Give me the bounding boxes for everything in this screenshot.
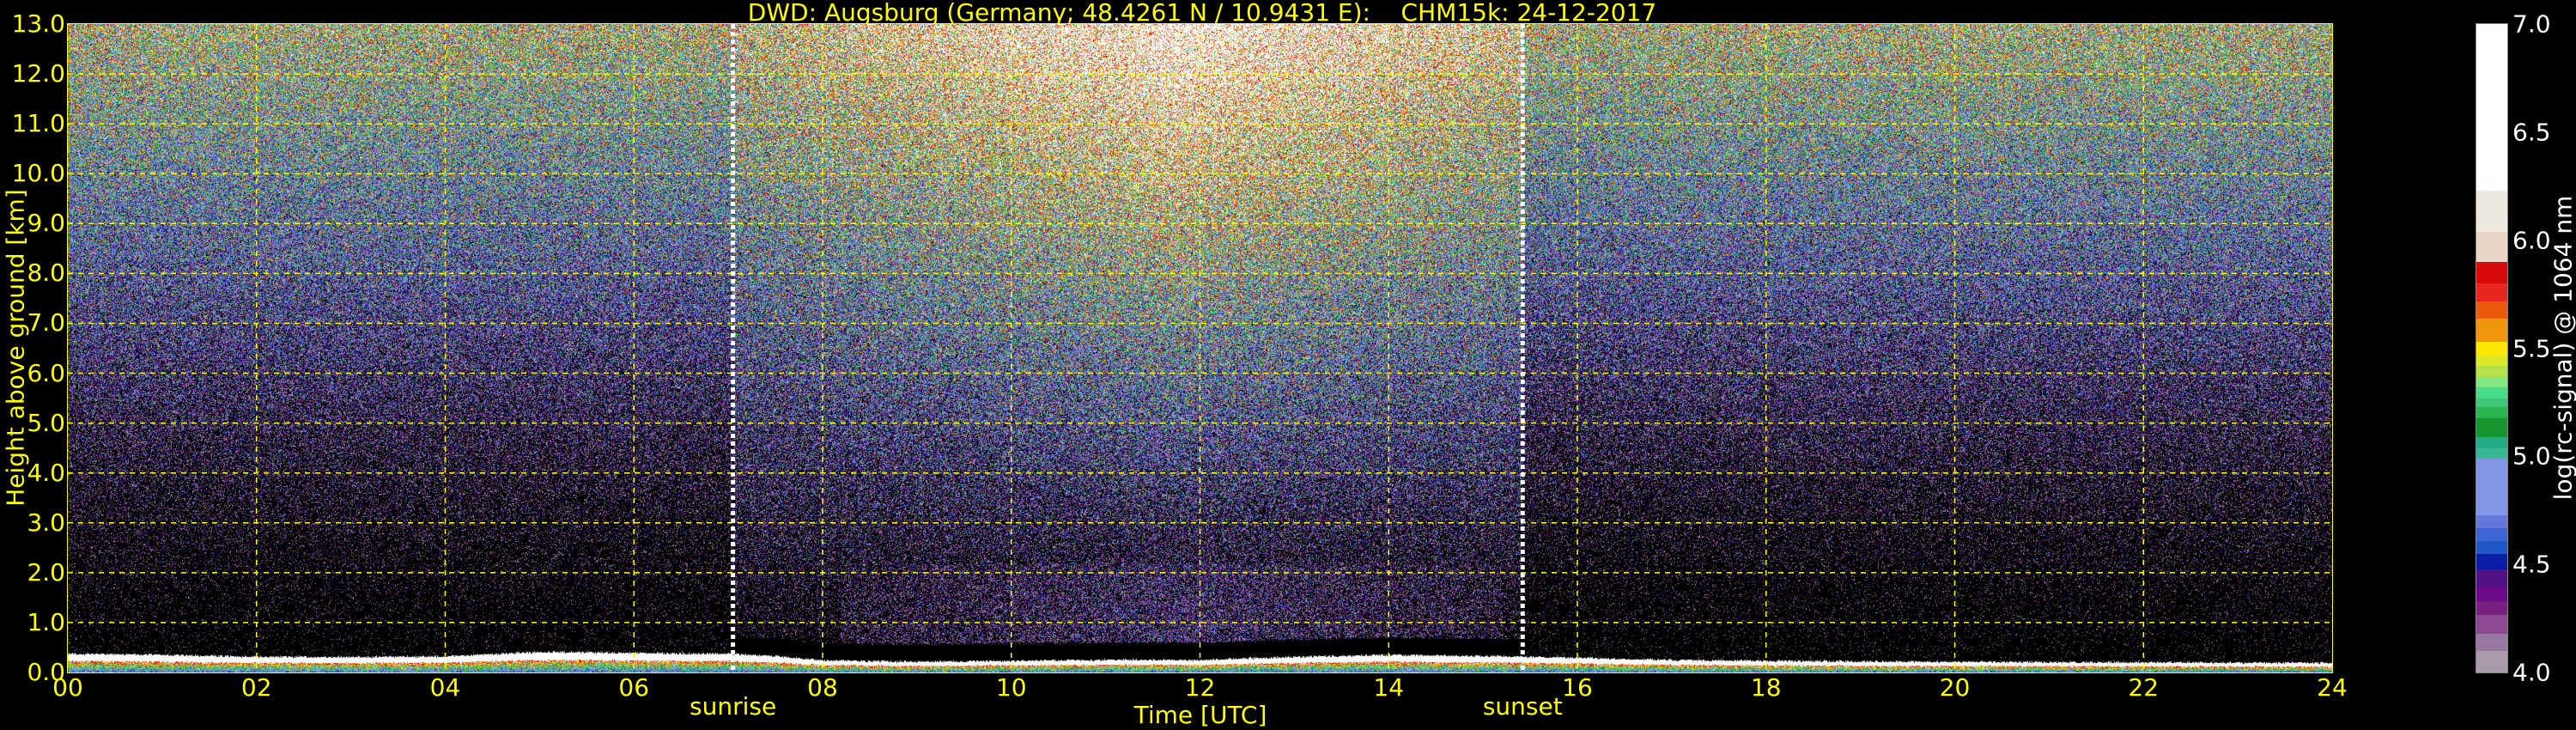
colorbar-tick-label: 5.5 <box>2512 334 2551 362</box>
colorbar-tick-label: 6.5 <box>2512 118 2551 146</box>
y-tick-label: 5.0 <box>27 411 65 435</box>
colorbar-level <box>2476 387 2507 398</box>
x-tick-label: 16 <box>1562 676 1593 700</box>
colorbar-level <box>2476 527 2507 541</box>
x-tick-label: 02 <box>241 676 272 700</box>
x-tick-label: 06 <box>618 676 649 700</box>
colorbar-level <box>2476 191 2507 232</box>
colorbar-level <box>2476 651 2507 673</box>
x-tick-label: 12 <box>1185 676 1216 700</box>
colorbar-level <box>2476 283 2507 301</box>
colorbar-level <box>2476 634 2507 652</box>
colorbar-label: log(rc-signal) @ 1064 nm <box>2549 196 2576 501</box>
colorbar-tick-label: 6.0 <box>2512 226 2551 254</box>
x-tick-label: 22 <box>2128 676 2159 700</box>
sunrise-label: sunrise <box>690 692 776 721</box>
x-axis-label: Time [UTC] <box>1134 701 1267 729</box>
chart-title: DWD: Augsburg (Germany; 48.4261 N / 10.9… <box>0 0 2404 26</box>
plot-area <box>67 23 2333 673</box>
colorbar-level <box>2476 366 2507 377</box>
colorbar-level <box>2476 342 2507 356</box>
colorbar-level <box>2476 355 2507 366</box>
colorbar-level <box>2476 554 2507 569</box>
x-tick-label: 04 <box>430 676 461 700</box>
colorbar-level <box>2476 318 2507 342</box>
y-tick-label: 7.0 <box>27 311 65 335</box>
colorbar-level <box>2476 301 2507 319</box>
colorbar-level <box>2476 406 2507 417</box>
x-tick-label: 18 <box>1751 676 1782 700</box>
colorbar-level <box>2476 376 2507 387</box>
colorbar-level <box>2476 447 2507 459</box>
colorbar-level <box>2476 514 2507 528</box>
colorbar-level <box>2476 614 2507 634</box>
grid-overlay <box>68 24 2332 672</box>
y-axis-label: Height above ground [km] <box>2 189 30 507</box>
colorbar-level <box>2476 24 2507 191</box>
colorbar-tick-label: 7.0 <box>2512 10 2551 39</box>
x-tick-label: 20 <box>1940 676 1971 700</box>
x-tick-label: 10 <box>996 676 1027 700</box>
y-tick-label: 13.0 <box>12 12 65 36</box>
y-tick-label: 6.0 <box>27 362 65 386</box>
colorbar-level <box>2476 398 2507 407</box>
colorbar <box>2476 23 2508 673</box>
colorbar-level <box>2476 569 2507 587</box>
colorbar-level <box>2476 437 2507 448</box>
colorbar-level <box>2476 262 2507 284</box>
colorbar-level <box>2476 417 2507 437</box>
colorbar-tick-label: 5.0 <box>2512 442 2551 471</box>
colorbar-level <box>2476 232 2507 263</box>
y-tick-label: 0.0 <box>27 660 65 684</box>
colorbar-tick-label: 4.0 <box>2512 659 2551 687</box>
sunset-label: sunset <box>1483 692 1563 721</box>
x-tick-label: 24 <box>2317 676 2348 700</box>
y-tick-label: 10.0 <box>12 161 65 186</box>
y-tick-label: 9.0 <box>27 211 65 235</box>
x-tick-label: 14 <box>1373 676 1404 700</box>
y-tick-label: 11.0 <box>12 112 65 136</box>
y-tick-label: 4.0 <box>27 461 65 485</box>
colorbar-level <box>2476 540 2507 554</box>
colorbar-level <box>2476 586 2507 601</box>
y-tick-label: 2.0 <box>27 561 65 585</box>
y-tick-label: 8.0 <box>27 261 65 285</box>
x-tick-label: 08 <box>807 676 838 700</box>
y-tick-label: 1.0 <box>27 611 65 635</box>
colorbar-tick-label: 4.5 <box>2512 551 2551 579</box>
y-tick-label: 3.0 <box>27 511 65 535</box>
y-tick-label: 12.0 <box>12 62 65 86</box>
colorbar-level <box>2476 459 2507 515</box>
colorbar-level <box>2476 601 2507 615</box>
